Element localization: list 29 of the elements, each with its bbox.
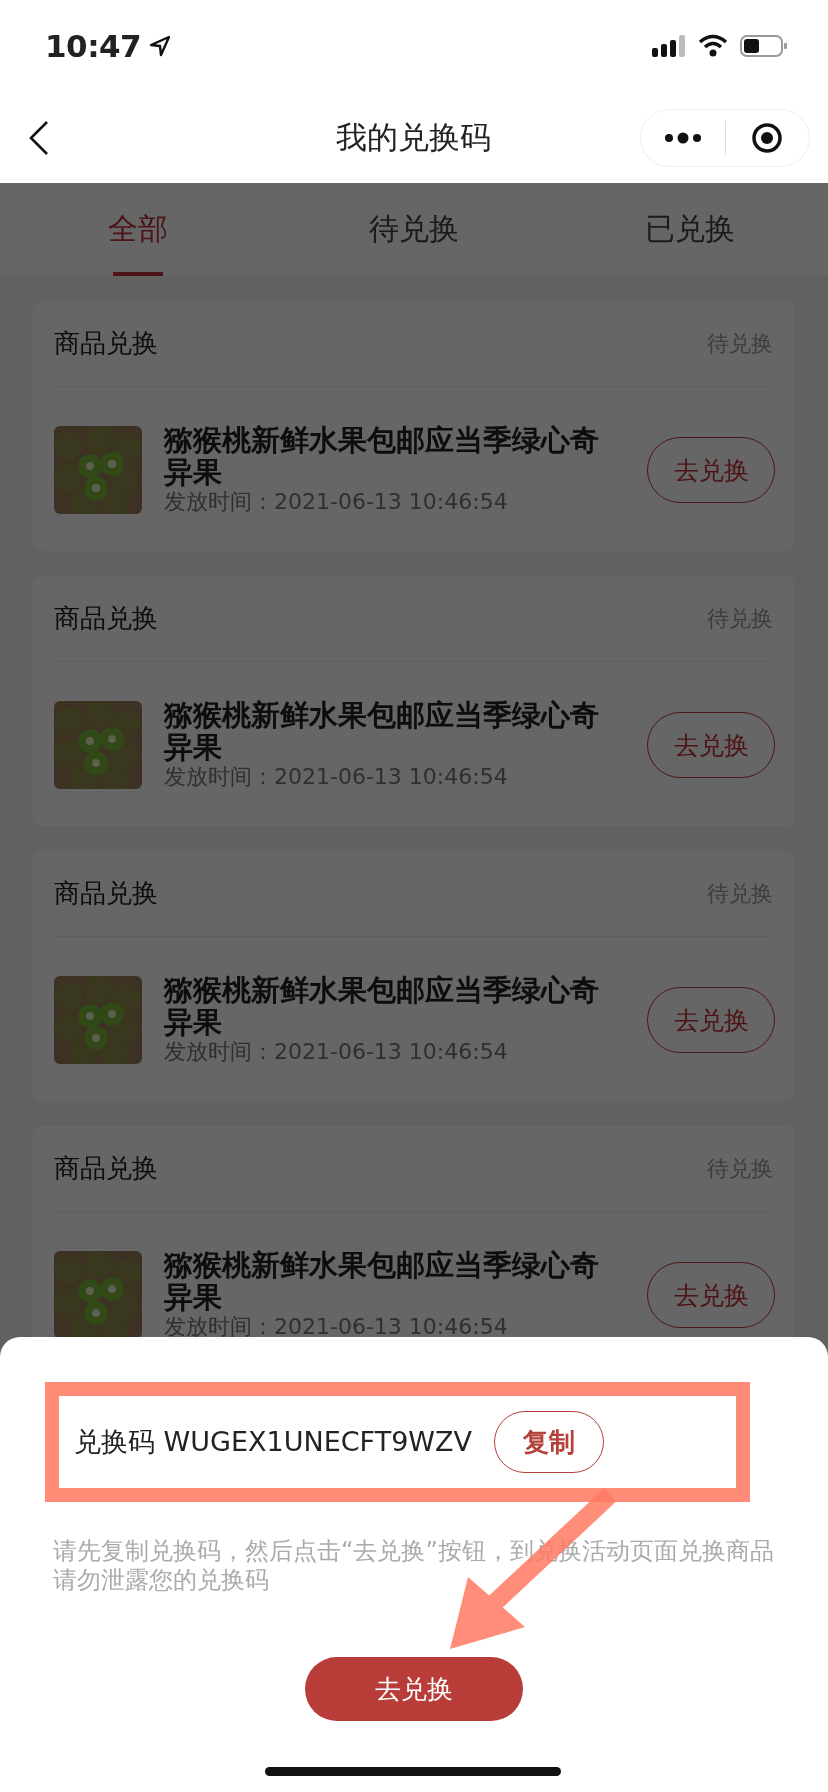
product-name: 猕猴桃新鲜水果包邮应当季绿心奇异果: [164, 424, 600, 488]
battery-icon: [740, 34, 788, 58]
close-icon[interactable]: [751, 121, 784, 154]
product-name: 猕猴桃新鲜水果包邮应当季绿心奇异果: [164, 1249, 600, 1313]
product-name: 猕猴桃新鲜水果包邮应当季绿心奇异果: [164, 974, 600, 1038]
back-icon[interactable]: [28, 119, 50, 156]
card-type: 商品兑换: [54, 327, 158, 360]
page-title: 我的兑换码: [334, 117, 492, 157]
redeem-code: 兑换码 WUGEX1UNECFT9WZV: [74, 1425, 472, 1459]
status-time: 10:47: [45, 28, 142, 64]
redeem-button[interactable]: 去兑换: [647, 437, 775, 503]
tab[interactable]: 待兑换: [276, 183, 552, 276]
hint-text: 请先复制兑换码，然后点击“去兑换”按钮，到兑换活动页面兑换商品: [53, 1537, 775, 1566]
wifi-icon: [698, 34, 728, 58]
hint-text: 请勿泄露您的兑换码: [53, 1566, 270, 1595]
card-type: 商品兑换: [54, 1152, 158, 1185]
redeem-button[interactable]: 去兑换: [305, 1657, 523, 1721]
signal-icon: [652, 34, 686, 58]
card-type: 商品兑换: [54, 877, 158, 910]
card-type: 商品兑换: [54, 602, 158, 635]
redeem-button[interactable]: 去兑换: [647, 712, 775, 778]
redeem-button[interactable]: 去兑换: [647, 1262, 775, 1328]
redeem-button[interactable]: 去兑换: [647, 987, 775, 1053]
product-name: 猕猴桃新鲜水果包邮应当季绿心奇异果: [164, 699, 600, 763]
tab[interactable]: 全部: [0, 183, 276, 276]
tab[interactable]: 已兑换: [552, 183, 828, 276]
more-icon[interactable]: [663, 131, 702, 144]
location-arrow-icon: [149, 35, 172, 57]
copy-button[interactable]: 复制: [494, 1411, 604, 1473]
